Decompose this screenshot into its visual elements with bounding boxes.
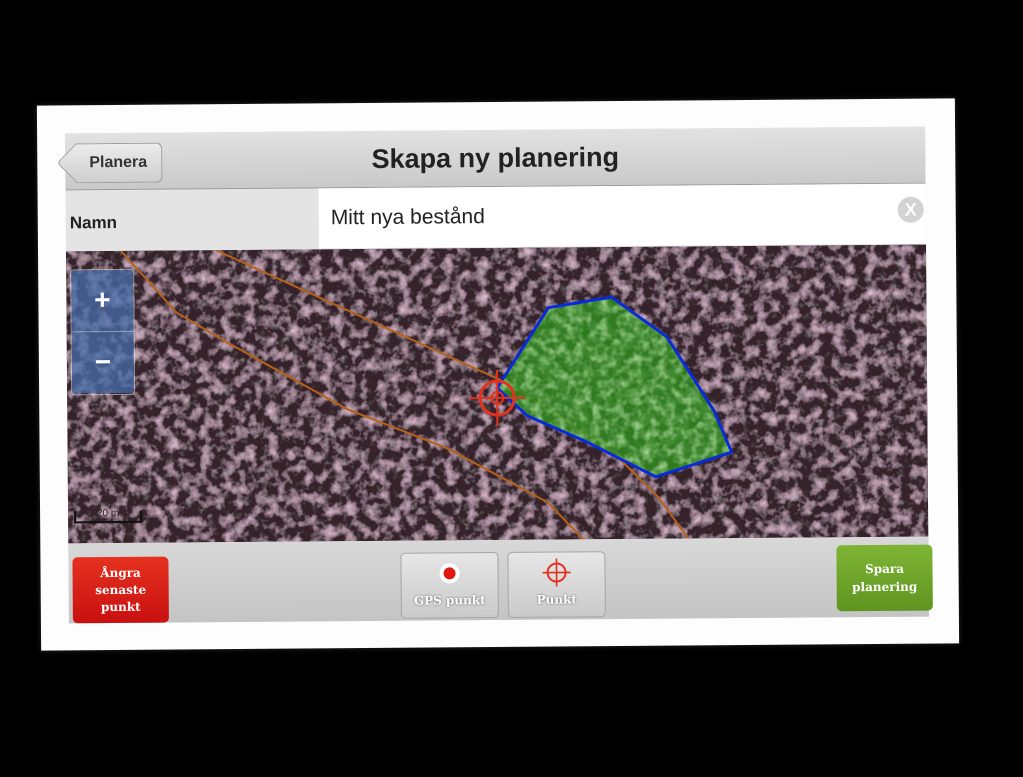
crosshair-point-icon	[542, 558, 571, 587]
save-planning-button[interactable]: Spara planering	[836, 544, 933, 612]
undo-label-line-2: senaste	[95, 582, 147, 597]
undo-label-line-1: Ångra	[100, 565, 141, 580]
zoom-in-button[interactable]: +	[71, 269, 134, 332]
point-button[interactable]: Punkt	[507, 551, 606, 618]
scale-bar: 20 m	[74, 508, 143, 524]
name-label: Namn	[69, 212, 118, 233]
app-window: Planera Skapa ny planering Namn X	[65, 126, 933, 624]
zoom-control: + −	[70, 268, 136, 396]
screen-frame: Planera Skapa ny planering Namn X	[36, 98, 960, 651]
header-bar: Planera Skapa ny planering	[65, 126, 926, 191]
save-label-line-1: Spara	[865, 561, 905, 577]
gps-point-button[interactable]: GPS punkt	[400, 552, 499, 619]
name-row: Namn X	[66, 183, 926, 251]
name-input[interactable]	[318, 183, 926, 249]
gps-dot-icon	[439, 563, 460, 584]
aerial-map	[66, 244, 929, 544]
bottom-toolbar: Ångra senaste punkt GPS punkt Punkt Spar…	[68, 536, 933, 624]
point-label: Punkt	[536, 592, 577, 607]
zoom-out-button[interactable]: −	[71, 330, 135, 394]
page-title: Skapa ny planering	[371, 142, 620, 174]
close-circle-icon[interactable]: X	[897, 196, 924, 223]
map-view[interactable]: + − 20 m	[66, 244, 929, 544]
gps-point-label: GPS punkt	[413, 593, 486, 608]
save-label-line-2: planering	[852, 579, 918, 595]
undo-last-point-button[interactable]: Ångra senaste punkt	[72, 556, 169, 624]
undo-label-line-3: punkt	[100, 599, 141, 614]
